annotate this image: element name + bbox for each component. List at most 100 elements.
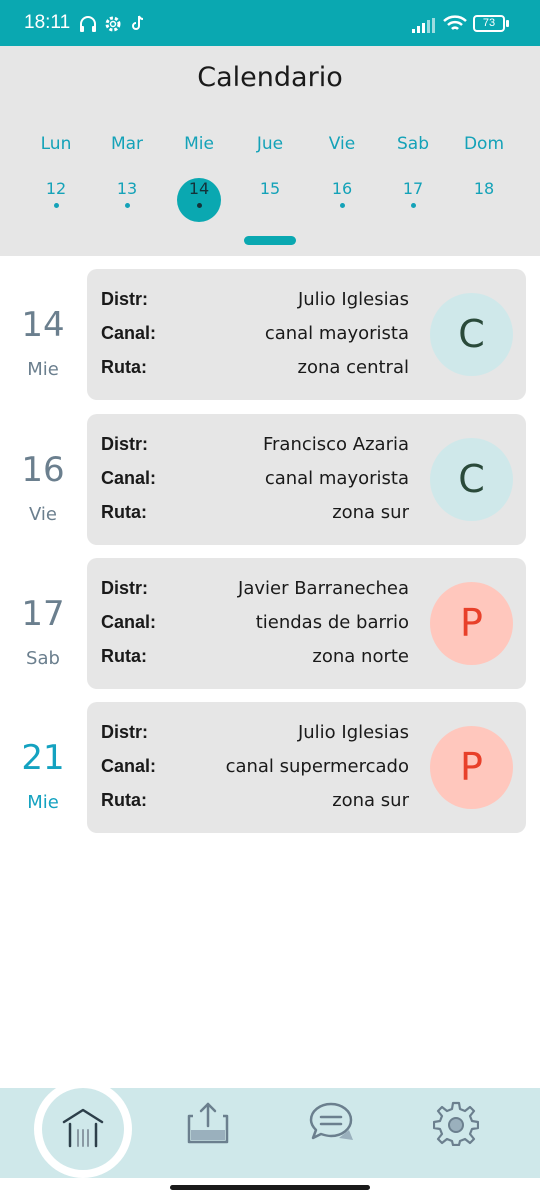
settings-icon — [105, 16, 121, 32]
event-dot — [410, 203, 416, 208]
entry-weekday: Mie — [27, 359, 59, 380]
day-mar[interactable]: Mar 13 — [91, 134, 163, 208]
ruta-value: zona central — [297, 357, 410, 378]
ruta-label: Ruta: — [101, 790, 147, 810]
canal-label: Canal: — [101, 756, 157, 776]
canal-value: canal mayorista — [264, 468, 409, 489]
canal-label: Canal: — [101, 468, 157, 488]
schedule-entry[interactable]: 14 Mie Distr: Julio Iglesias Canal: cana… — [0, 269, 540, 401]
day-number: 12 — [45, 179, 67, 198]
distr-label: Distr: — [101, 578, 149, 598]
signal-icon — [412, 18, 435, 33]
event-dot — [124, 203, 130, 208]
day-lun[interactable]: Lun 12 — [20, 134, 92, 208]
schedule-entry[interactable]: 21 Mie Distr: Julio Iglesias Canal: cana… — [0, 702, 540, 834]
entry-card[interactable]: Distr: Francisco Azaria Canal: canal may… — [87, 414, 526, 545]
event-dot — [53, 203, 59, 208]
distr-row: Distr: Julio Iglesias — [101, 722, 409, 748]
ruta-row: Ruta: zona sur — [101, 502, 409, 528]
ruta-label: Ruta: — [101, 502, 147, 522]
week-strip: Lun 12 Mar 13 Mie 14 Jue 15 Vie 16 Sab 1… — [20, 134, 520, 224]
canal-row: Canal: canal supermercado — [101, 756, 409, 782]
status-badge: P — [430, 726, 513, 809]
entry-weekday: Sab — [26, 648, 60, 669]
entry-date: 14 Mie — [0, 269, 86, 401]
distr-row: Distr: Francisco Azaria — [101, 434, 409, 460]
bottom-nav — [0, 1080, 540, 1178]
ruta-row: Ruta: zona norte — [101, 646, 409, 672]
day-vie[interactable]: Vie 16 — [306, 134, 378, 208]
ruta-row: Ruta: zona central — [101, 357, 409, 383]
ruta-value: zona sur — [332, 790, 409, 811]
status-badge: C — [430, 293, 513, 376]
day-mie[interactable]: Mie 14 — [163, 134, 235, 222]
canal-label: Canal: — [101, 612, 157, 632]
distr-value: Francisco Azaria — [262, 434, 409, 455]
home-tab[interactable] — [42, 1088, 124, 1170]
entry-date: 16 Vie — [0, 414, 86, 546]
battery-icon: 73 — [473, 15, 505, 32]
day-jue[interactable]: Jue 15 — [234, 134, 306, 200]
day-number: 13 — [116, 179, 138, 198]
day-dom[interactable]: Dom 18 — [448, 134, 520, 200]
day-name: Mie — [184, 134, 214, 154]
chat-icon[interactable] — [309, 1100, 355, 1146]
canal-row: Canal: canal mayorista — [101, 468, 409, 494]
calendar-header: Calendario Lun 12 Mar 13 Mie 14 Jue 15 V… — [0, 46, 540, 256]
status-bar: 18:11 73 — [0, 0, 540, 46]
day-number: 16 — [331, 179, 353, 198]
canal-value: canal supermercado — [225, 756, 409, 777]
event-dot — [196, 203, 202, 208]
ruta-row: Ruta: zona sur — [101, 790, 409, 816]
entry-day-number: 21 — [21, 738, 65, 778]
distr-label: Distr: — [101, 289, 149, 309]
distr-value: Julio Iglesias — [297, 722, 409, 743]
day-sab[interactable]: Sab 17 — [377, 134, 449, 208]
canal-row: Canal: tiendas de barrio — [101, 612, 409, 638]
expand-handle[interactable] — [244, 236, 296, 245]
entry-day-number: 14 — [21, 305, 65, 345]
entry-weekday: Vie — [29, 504, 57, 525]
entry-date: 21 Mie — [0, 702, 86, 834]
home-icon[interactable] — [61, 1106, 105, 1150]
distr-row: Distr: Julio Iglesias — [101, 289, 409, 315]
distr-label: Distr: — [101, 434, 149, 454]
status-badge: P — [430, 582, 513, 665]
canal-value: tiendas de barrio — [255, 612, 409, 633]
day-name: Vie — [328, 134, 356, 154]
day-number: 15 — [259, 179, 281, 198]
day-name: Lun — [40, 134, 72, 154]
system-home-indicator[interactable] — [170, 1185, 370, 1190]
schedule-entry[interactable]: 16 Vie Distr: Francisco Azaria Canal: ca… — [0, 414, 540, 546]
day-number: 17 — [402, 179, 424, 198]
event-dot — [339, 203, 345, 208]
entry-date: 17 Sab — [0, 558, 86, 690]
distr-row: Distr: Javier Barranechea — [101, 578, 409, 604]
status-time: 18:11 — [24, 12, 71, 33]
ruta-value: zona norte — [312, 646, 409, 667]
entry-day-number: 16 — [21, 450, 65, 490]
entry-card[interactable]: Distr: Julio Iglesias Canal: canal mayor… — [87, 269, 526, 400]
upload-icon[interactable] — [185, 1100, 231, 1146]
headphones-icon — [80, 16, 96, 32]
canal-value: canal mayorista — [264, 323, 409, 344]
day-number: 14 — [188, 179, 210, 198]
day-name: Sab — [397, 134, 429, 154]
battery-tip — [506, 20, 509, 27]
schedule-entry[interactable]: 17 Sab Distr: Javier Barranechea Canal: … — [0, 558, 540, 690]
battery-level: 73 — [482, 17, 496, 29]
tiktok-icon — [132, 15, 144, 30]
day-name: Jue — [256, 134, 284, 154]
entry-weekday: Mie — [27, 792, 59, 813]
ruta-value: zona sur — [332, 502, 409, 523]
ruta-label: Ruta: — [101, 646, 147, 666]
canal-label: Canal: — [101, 323, 157, 343]
page-title: Calendario — [197, 62, 343, 93]
entry-day-number: 17 — [21, 594, 65, 634]
entry-card[interactable]: Distr: Julio Iglesias Canal: canal super… — [87, 702, 526, 833]
entry-card[interactable]: Distr: Javier Barranechea Canal: tiendas… — [87, 558, 526, 689]
ruta-label: Ruta: — [101, 357, 147, 377]
status-badge: C — [430, 438, 513, 521]
settings-icon[interactable] — [433, 1100, 479, 1146]
day-name: Dom — [463, 134, 505, 154]
